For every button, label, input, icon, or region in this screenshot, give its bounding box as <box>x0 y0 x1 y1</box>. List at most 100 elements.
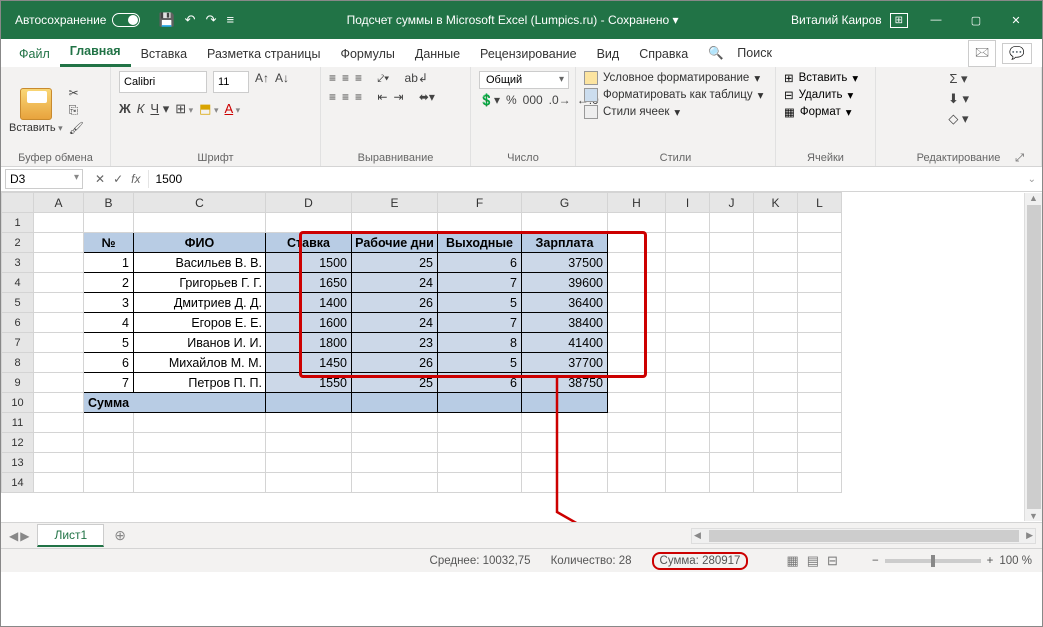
expand-formula-icon[interactable]: ⌄ <box>1022 174 1042 185</box>
cell[interactable]: № <box>84 233 134 253</box>
indent-inc-icon[interactable]: ⇥ <box>393 90 403 104</box>
add-sheet-button[interactable]: ⊕ <box>104 527 136 544</box>
indent-dec-icon[interactable]: ⇤ <box>377 90 387 104</box>
fx-icon[interactable]: fx <box>131 172 140 186</box>
tab-nav-prev-icon[interactable]: ◀ <box>9 529 18 543</box>
row-header[interactable]: 7 <box>2 333 34 353</box>
align-right-icon[interactable]: ≡ <box>355 90 362 104</box>
tab-review[interactable]: Рецензирование <box>470 41 587 67</box>
bold-button[interactable]: Ж <box>119 101 131 117</box>
tab-nav-next-icon[interactable]: ▶ <box>20 529 29 543</box>
paste-button[interactable]: Вставить ▾ <box>9 88 63 134</box>
fill-color-button[interactable]: ⬒ <box>199 101 218 117</box>
tab-layout[interactable]: Разметка страницы <box>197 41 330 67</box>
row-header[interactable]: 4 <box>2 273 34 293</box>
currency-icon[interactable]: 💲▾ <box>479 93 500 107</box>
row-header[interactable]: 10 <box>2 393 34 413</box>
col-header[interactable]: H <box>608 193 666 213</box>
increase-font-icon[interactable]: A↑ <box>255 71 269 93</box>
user-name[interactable]: Виталий Каиров <box>791 13 882 27</box>
tab-home[interactable]: Главная <box>60 38 131 67</box>
align-top-icon[interactable]: ≡ <box>329 71 336 86</box>
row-header[interactable]: 12 <box>2 433 34 453</box>
align-center-icon[interactable]: ≡ <box>342 90 349 104</box>
font-size-input[interactable] <box>213 71 249 93</box>
row-header[interactable]: 14 <box>2 473 34 493</box>
number-format-select[interactable]: Общий <box>479 71 569 89</box>
row-header[interactable]: 8 <box>2 353 34 373</box>
row-header[interactable]: 3 <box>2 253 34 273</box>
col-header[interactable]: D <box>266 193 352 213</box>
share-button[interactable]: 🖂 <box>968 40 997 67</box>
tab-data[interactable]: Данные <box>405 41 470 67</box>
font-color-button[interactable]: A <box>225 101 241 117</box>
delete-cells-button[interactable]: ⊟ Удалить ▾ <box>784 88 853 102</box>
horizontal-scrollbar[interactable]: ◀▶ <box>691 528 1036 544</box>
percent-icon[interactable]: % <box>506 93 517 107</box>
col-header[interactable]: E <box>352 193 438 213</box>
cell-styles-button[interactable]: Стили ячеек ▾ <box>584 105 680 119</box>
undo-icon[interactable]: ↶ <box>185 12 196 28</box>
row-header[interactable]: 2 <box>2 233 34 253</box>
comments-button[interactable]: 💬 <box>1002 43 1032 64</box>
italic-button[interactable]: К <box>137 101 145 117</box>
formula-input[interactable]: 1500 <box>148 170 1021 188</box>
autosave-toggle[interactable] <box>112 13 140 27</box>
cancel-formula-icon[interactable]: ✕ <box>95 172 105 186</box>
save-icon[interactable]: 💾 <box>158 12 174 28</box>
sheet-tab[interactable]: Лист1 <box>37 524 104 547</box>
user-badge-icon[interactable]: ⊞ <box>890 13 908 28</box>
cut-icon[interactable]: ✂ <box>69 86 84 100</box>
row-header[interactable]: 5 <box>2 293 34 313</box>
zoom-in-button[interactable]: + <box>987 555 994 567</box>
row-header[interactable]: 6 <box>2 313 34 333</box>
border-button[interactable]: ⊞ <box>175 101 193 117</box>
tab-view[interactable]: Вид <box>587 41 630 67</box>
tab-help[interactable]: Справка <box>629 41 698 67</box>
col-header[interactable]: C <box>134 193 266 213</box>
conditional-format-button[interactable]: Условное форматирование ▾ <box>584 71 760 85</box>
select-all-corner[interactable] <box>2 193 34 213</box>
copy-icon[interactable]: ⎘ <box>69 103 84 118</box>
orientation-icon[interactable]: ⤦▾ <box>377 71 389 86</box>
col-header[interactable]: B <box>84 193 134 213</box>
enter-formula-icon[interactable]: ✓ <box>113 172 123 186</box>
zoom-level[interactable]: 100 % <box>999 555 1032 567</box>
redo-icon[interactable]: ↷ <box>206 12 217 28</box>
row-header[interactable]: 9 <box>2 373 34 393</box>
zoom-slider[interactable] <box>885 559 981 563</box>
fill-icon[interactable]: ⬇ ▾ <box>948 91 969 107</box>
row-header[interactable]: 1 <box>2 213 34 233</box>
spreadsheet-grid[interactable]: ABCDEFGHIJKL12№ФИОСтавкаРабочие дниВыход… <box>1 192 1042 522</box>
align-left-icon[interactable]: ≡ <box>329 90 336 104</box>
vertical-scrollbar[interactable]: ▲▼ <box>1024 193 1042 521</box>
col-header[interactable]: L <box>798 193 842 213</box>
clear-icon[interactable]: ◇ ▾ <box>948 111 968 127</box>
wrap-icon[interactable]: ab↲ <box>405 71 428 86</box>
align-mid-icon[interactable]: ≡ <box>342 71 349 86</box>
normal-view-icon[interactable]: ▦ <box>786 553 798 569</box>
underline-button[interactable]: Ч ▾ <box>150 101 169 117</box>
search-button[interactable]: 🔍 Поиск <box>698 40 792 67</box>
row-header[interactable]: 13 <box>2 453 34 473</box>
comma-icon[interactable]: 000 <box>523 93 543 107</box>
row-header[interactable]: 11 <box>2 413 34 433</box>
zoom-out-button[interactable]: − <box>872 555 879 567</box>
pagebreak-view-icon[interactable]: ⊟ <box>827 553 838 569</box>
tab-file[interactable]: Файл <box>9 41 60 67</box>
maximize-icon[interactable]: ▢ <box>956 5 996 35</box>
col-header[interactable]: J <box>710 193 754 213</box>
minimize-icon[interactable]: — <box>916 5 956 35</box>
decrease-font-icon[interactable]: A↓ <box>275 71 289 93</box>
autosum-icon[interactable]: Σ ▾ <box>949 71 967 87</box>
format-painter-icon[interactable]: 🖌 <box>69 121 84 135</box>
format-cells-button[interactable]: ▦ Формат ▾ <box>784 105 852 119</box>
tab-insert[interactable]: Вставка <box>131 41 197 67</box>
close-icon[interactable]: ✕ <box>996 5 1036 35</box>
inc-decimal-icon[interactable]: .0→ <box>549 93 571 107</box>
col-header[interactable]: F <box>438 193 522 213</box>
font-name-input[interactable] <box>119 71 207 93</box>
qat-more-icon[interactable]: ≡ <box>226 12 234 28</box>
col-header[interactable]: A <box>34 193 84 213</box>
name-box[interactable]: D3 <box>5 169 83 189</box>
